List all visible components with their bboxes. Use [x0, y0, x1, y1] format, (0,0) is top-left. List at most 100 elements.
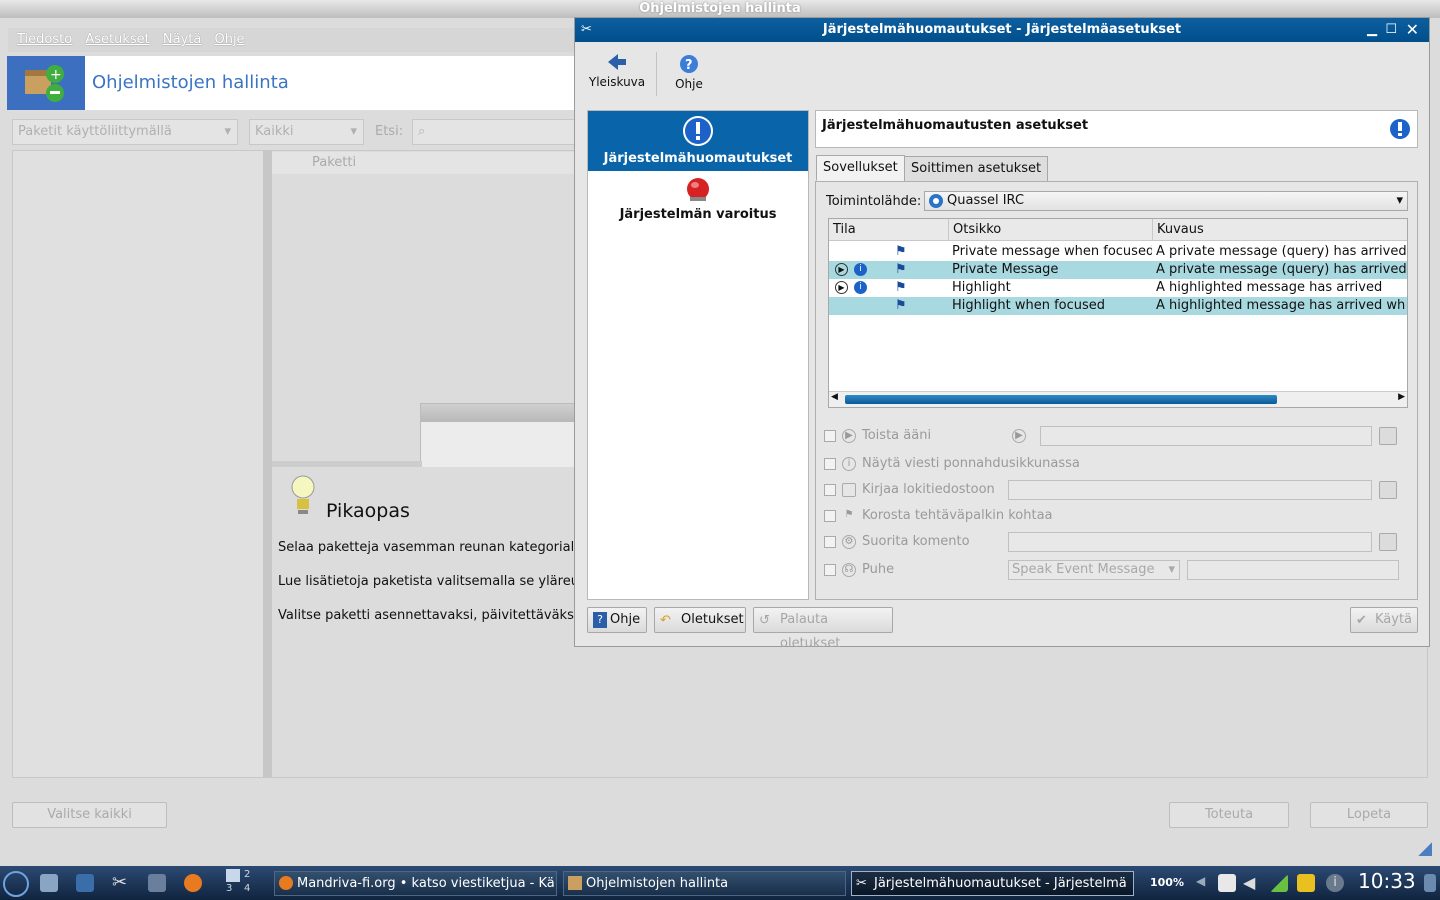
panel-toolbox-icon[interactable] — [1424, 874, 1436, 892]
vertical-splitter[interactable] — [263, 150, 271, 778]
menu-asetukset[interactable]: Asetukset — [85, 28, 149, 52]
apply-settings-button[interactable]: ✔ Käytä — [1350, 607, 1418, 633]
pager-desktop-3[interactable]: 3 — [226, 883, 232, 894]
minimize-icon[interactable]: ▁ — [1367, 18, 1377, 42]
update-shield-icon[interactable] — [1297, 874, 1315, 892]
maximize-icon[interactable]: ☐ — [1385, 18, 1397, 42]
quick-guide: Pikaopas Selaa paketteja vasemman reunan… — [273, 467, 575, 777]
column-header-package[interactable]: Paketti — [272, 152, 575, 174]
select-all-button[interactable]: Valitse kaikki — [12, 802, 167, 828]
defaults-button[interactable]: ↶ Oletukset — [654, 607, 746, 633]
tab-player-settings[interactable]: Soittimen asetukset — [904, 156, 1049, 182]
task-package-manager[interactable]: Ohjelmistojen hallinta — [563, 871, 846, 896]
reset-icon: ↺ — [759, 613, 770, 628]
table-row[interactable]: ▶ i ⚑ Highlight A highlighted message has ar… — [829, 279, 1407, 297]
pager-desktop-2[interactable]: 2 — [244, 869, 250, 880]
background-menubar: Tiedosto Asetukset Näytä Ohje — [8, 28, 578, 52]
menu-tiedosto[interactable]: Tiedosto — [17, 28, 72, 52]
sidebar-item-notifications[interactable]: Järjestelmähuomautukset — [588, 111, 808, 171]
reset-button[interactable]: ↺ Palauta oletukset — [753, 607, 893, 651]
category-sidebar: Järjestelmähuomautukset Järjestelmän var… — [587, 110, 809, 600]
column-header-description[interactable]: Kuvaus — [1153, 219, 1407, 241]
battery-status[interactable]: 100% — [1150, 876, 1184, 889]
checkmark-icon: ✔ — [1356, 613, 1367, 628]
task-firefox[interactable]: Mandriva-fi.org • katso viestiketjua - K… — [274, 871, 557, 896]
log-file-field[interactable] — [1008, 480, 1372, 500]
clock[interactable]: 10:33 — [1358, 869, 1416, 893]
guide-line-2: Lue lisätietoja paketista valitsemalla s… — [278, 574, 574, 589]
volume-icon[interactable]: ◀ — [1243, 874, 1261, 892]
flag-icon: ⚑ — [895, 298, 907, 313]
row-description: A highlighted message has arrived while — [1156, 298, 1406, 313]
source-combo[interactable]: Quassel IRC ▾ — [924, 191, 1408, 211]
horizontal-scrollbar[interactable]: ◀ ▶ — [829, 391, 1407, 407]
svg-text:+: + — [50, 67, 62, 83]
column-header-status[interactable]: Tila — [829, 219, 949, 241]
tab-pane: Toimintolähde: Quassel IRC ▾ Tila Otsikk… — [815, 181, 1418, 600]
column-header-title[interactable]: Otsikko — [949, 219, 1153, 241]
show-popup-option[interactable]: i Näytä viesti ponnahdusikkunassa — [824, 454, 1080, 474]
table-row[interactable]: ⚑ Highlight when focused A highlighted mes… — [829, 297, 1407, 315]
package-manager-logo-icon: + — [7, 56, 85, 110]
package-icon — [568, 876, 582, 890]
clipboard-icon[interactable] — [1218, 874, 1236, 892]
run-command-option[interactable]: ⚙ Suorita komento — [824, 532, 970, 552]
speech-combo[interactable]: Speak Event Message ▾ — [1008, 560, 1180, 580]
pager-desktop-1[interactable] — [226, 869, 240, 882]
search-input[interactable]: ⌕ — [412, 119, 575, 145]
row-title: Highlight — [952, 280, 1011, 295]
table-row[interactable]: ⚑ Private message when focused A private m… — [829, 243, 1407, 261]
firefox-icon — [279, 876, 293, 890]
scope-combo[interactable]: Kaikki ▾ — [249, 119, 364, 145]
resize-grip-icon[interactable] — [1418, 842, 1432, 856]
help-button[interactable]: ? Ohje — [587, 607, 647, 633]
log-file-option[interactable]: Kirjaa lokitiedostoon — [824, 480, 995, 500]
speech-text-field[interactable] — [1187, 560, 1399, 580]
category-tree[interactable] — [12, 150, 264, 778]
apply-button[interactable]: Toteuta — [1169, 802, 1289, 828]
play-sound-preview-icon[interactable]: ▶ — [1012, 429, 1026, 443]
mark-taskbar-option[interactable]: ⚑ Korosta tehtäväpalkin kohtaa — [824, 506, 1053, 526]
document-icon — [842, 482, 856, 497]
menu-ohje[interactable]: Ohje — [214, 28, 244, 52]
help-menu-button[interactable]: ? Ohje — [669, 54, 709, 91]
terminal-icon[interactable] — [148, 874, 166, 892]
quit-button[interactable]: Lopeta — [1310, 802, 1428, 828]
sound-file-field[interactable] — [1040, 426, 1372, 446]
firefox-icon[interactable] — [184, 874, 202, 892]
scroll-left-icon[interactable]: ◀ — [831, 392, 838, 402]
info-tray-icon[interactable]: i — [1326, 874, 1344, 892]
show-desktop-icon[interactable] — [76, 874, 94, 892]
scroll-right-icon[interactable]: ▶ — [1398, 392, 1405, 402]
browse-sound-button[interactable] — [1379, 427, 1397, 445]
tools-icon[interactable]: ✂ — [112, 874, 130, 892]
tab-applications[interactable]: Sovellukset — [816, 155, 905, 181]
close-icon[interactable]: ✕ — [1406, 18, 1419, 42]
back-arrow-icon — [585, 52, 649, 75]
info-icon: i — [854, 281, 867, 294]
tray-arrow-icon[interactable]: ◀ — [1196, 874, 1214, 892]
play-icon: ▶ — [842, 428, 856, 443]
desktop-pager[interactable]: 2 3 4 — [218, 868, 268, 898]
command-field[interactable] — [1008, 532, 1372, 552]
filter-combo[interactable]: Paketit käyttöliittymällä ▾ — [12, 119, 238, 145]
browse-command-button[interactable] — [1379, 533, 1397, 551]
overview-button[interactable]: Yleiskuva — [585, 52, 649, 89]
system-settings-icon[interactable] — [40, 874, 58, 892]
task-system-settings[interactable]: ✂ Järjestelmähuomautukset - Järjestelmä — [851, 871, 1134, 896]
network-signal-icon[interactable] — [1270, 874, 1288, 892]
flag-icon: ⚑ — [895, 244, 907, 259]
menu-nayta[interactable]: Näytä — [163, 28, 201, 52]
toolbar-separator — [656, 52, 657, 96]
dialog-titlebar[interactable]: ✂ Järjestelmähuomautukset - Järjestelmäa… — [575, 18, 1429, 42]
pager-desktop-4[interactable]: 4 — [244, 883, 250, 894]
scrollbar-thumb[interactable] — [845, 395, 1277, 404]
play-sound-option[interactable]: ▶ Toista ääni — [824, 426, 931, 446]
start-menu-icon[interactable] — [3, 871, 29, 897]
speech-icon: ☊ — [842, 562, 856, 577]
svg-text:?: ? — [685, 58, 693, 73]
browse-log-button[interactable] — [1379, 481, 1397, 499]
table-row[interactable]: ▶ i ⚑ Private Message A private message (que… — [829, 261, 1407, 279]
speech-option[interactable]: ☊ Puhe — [824, 560, 894, 580]
sidebar-item-system-bell[interactable]: Järjestelmän varoitus — [588, 173, 808, 233]
